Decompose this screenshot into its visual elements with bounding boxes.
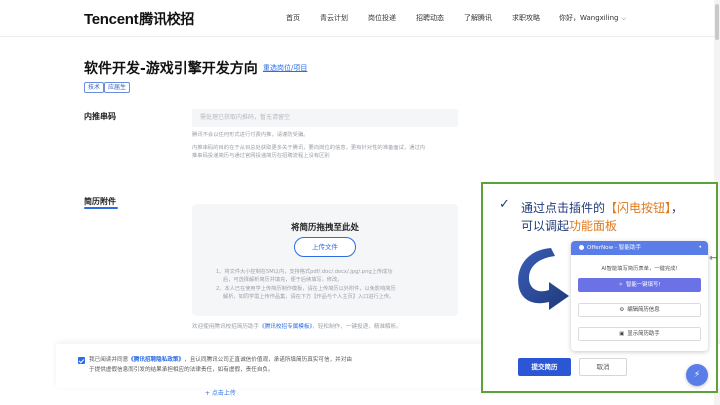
tencent-logo[interactable]: Tencent腾讯校招 xyxy=(84,9,194,29)
logo-cn: 腾讯校招 xyxy=(139,12,195,28)
edit-resume-button[interactable]: ⚙ 编辑简历信息 xyxy=(578,303,701,317)
reselect-job-link[interactable]: 重选岗位/项目 xyxy=(263,63,307,73)
tutorial-highlight-panel: 功能面板 xyxy=(569,219,618,233)
agree-checkbox[interactable] xyxy=(78,357,85,364)
bracket-icon: ⇽ xyxy=(709,253,718,264)
plugin-title: OfferNow - 智能助手 xyxy=(587,245,642,251)
tutorial-highlight-lightning: 【闪电按钮】 xyxy=(605,201,672,215)
agreement-line-1: 我已阅读并同意《腾讯招聘隐私政策》，且认同腾讯公司正直诚信价值观，承诺所填简历真… xyxy=(89,356,352,365)
edit-resume-label: 编辑简历信息 xyxy=(627,307,660,313)
portfolio-upload-link[interactable]: + 点击上传 xyxy=(205,388,236,397)
logo-latin: Tencent xyxy=(84,11,139,28)
lightning-icon: ⚡ xyxy=(693,370,701,380)
user-menu[interactable]: 你好，Wangxiling ⌵ xyxy=(559,13,626,23)
smart-fill-label: 智能一键填写! xyxy=(626,282,661,288)
tag-new-grad: 应届生 xyxy=(104,82,131,93)
referral-label: 内推串码 xyxy=(84,112,116,121)
job-title: 软件开发-游戏引擎开发方向 xyxy=(84,61,258,77)
curved-arrow-icon xyxy=(518,248,569,310)
resume-label-underline xyxy=(84,207,118,209)
nav-job-guide[interactable]: 求职攻略 xyxy=(512,13,540,23)
show-assistant-label: 显示简历助手 xyxy=(627,331,660,337)
dropzone-note-3: 2、本人已在使用学上传简历制作模板，请在上传简历以外附件，以免影响简历 xyxy=(216,286,396,292)
referral-code-input[interactable]: 需处理已获取内推码，暂无请留空 xyxy=(192,109,458,127)
chevron-down-icon: ⌵ xyxy=(621,15,627,22)
resume-assistant-tip: 欢迎使用腾讯校招简历助手《腾讯校招专属模板》，轻松制作，一键投递，精准解析。 xyxy=(192,322,402,330)
plugin-header: OfferNow - 智能助手 • xyxy=(571,241,708,255)
tutorial-line-1: 通过点击插件的【闪电按钮】， xyxy=(521,199,683,216)
nav-qingyun[interactable]: 青云计划 xyxy=(320,13,348,23)
smart-fill-button[interactable]: ✧ 智能一键填写! xyxy=(578,278,701,292)
tutorial-line-2-text: 可以调起 xyxy=(521,219,570,233)
nav-about-tencent[interactable]: 了解腾讯 xyxy=(464,13,492,23)
resume-dropzone[interactable]: 将简历拖拽至此处 上传文件 1、将文件大小控制在5M以内，支持格式pdf/.do… xyxy=(192,204,458,316)
tutorial-line-1-text: 通过点击插件的 xyxy=(521,201,606,215)
tutorial-line-2: 可以调起功能面板 xyxy=(521,217,617,234)
show-assistant-button[interactable]: ▣ 显示简历助手 xyxy=(578,327,701,341)
resume-attachment-label: 简历附件 xyxy=(84,197,116,206)
submit-resume-button[interactable]: 提交简历 xyxy=(518,358,571,376)
agreement-line-2: 于提供虚假信息而引发的结果承担相应的法律责任，如有虚假，责任自负。 xyxy=(89,367,274,373)
referral-help-1: 腾讯不会以任何形式进行付费内推，请谨防受骗。 xyxy=(192,132,309,138)
nav-home[interactable]: 首页 xyxy=(286,13,300,23)
referral-help-2: 内推串码的目的在于从目总处获取更多关于腾讯，要向岗位的信息，更有针对性的准备面试… xyxy=(192,145,426,151)
nav-recruit-news[interactable]: 招聘动态 xyxy=(416,13,444,23)
assistant-tip-suffix: ，轻松制作，一键投递，精准解析。 xyxy=(312,324,402,330)
sparkle-icon: ✧ xyxy=(618,282,623,288)
assistant-tip-prefix: 欢迎使用腾讯校招简历助手 xyxy=(192,324,260,330)
dropzone-title: 将简历拖拽至此处 xyxy=(290,223,359,233)
check-icon: ✓ xyxy=(499,197,510,212)
agreement-suffix: ，且认同腾讯公司正直诚信价值观，承诺所填简历真实可信，并对由 xyxy=(184,357,352,363)
privacy-policy-link[interactable]: 《腾讯招聘隐私政策》 xyxy=(128,357,184,363)
upload-file-button[interactable]: 上传文件 xyxy=(294,237,356,257)
header-divider xyxy=(0,36,720,37)
dropzone-note-1: 1、将文件大小控制在5M以内，支持格式pdf/.doc/.docx/.jpg/.… xyxy=(216,269,393,275)
window-icon: ▣ xyxy=(619,331,625,337)
tutorial-overlay: ✓ 通过点击插件的【闪电按钮】， 可以调起功能面板 OfferNow - 智能助… xyxy=(481,182,718,393)
plugin-subtitle: AI智能填写简历表单，一键完成! xyxy=(601,266,678,272)
dropzone-note-2: 后，可选择解析简历并填充，便于后续填写，修改。 xyxy=(223,277,343,283)
template-link[interactable]: 《腾讯校招专属模板》 xyxy=(259,324,312,330)
referral-help-3: 推串码投递简历与通过官网投递简历在招聘流程上没有区别 xyxy=(192,153,330,159)
cancel-button[interactable]: 取消 xyxy=(579,358,627,376)
nav-job-apply[interactable]: 岗位投递 xyxy=(368,13,396,23)
gear-icon: ⚙ xyxy=(619,307,625,313)
plugin-close-icon[interactable]: • xyxy=(698,241,702,255)
lightning-button[interactable]: ⚡ xyxy=(686,364,708,386)
plugin-logo-icon xyxy=(579,244,584,250)
agreement-prefix: 我已阅读并同意 xyxy=(89,357,129,363)
user-greeting: 你好，Wangxiling xyxy=(559,14,619,22)
scrollbar-thumb[interactable] xyxy=(715,4,719,40)
tutorial-line-1-end: ， xyxy=(671,201,684,215)
dropzone-note-4: 解析，如同学需上传作品集，请在下方【作品与个人主页】入口进行上传。 xyxy=(223,294,395,300)
top-header: Tencent腾讯校招 首页 青云计划 岗位投递 招聘动态 了解腾讯 求职攻略 … xyxy=(0,0,720,36)
tag-tech: 技术 xyxy=(84,82,105,93)
offernow-plugin-panel: OfferNow - 智能助手 • AI智能填写简历表单，一键完成! ✧ 智能一键填… xyxy=(571,241,708,351)
